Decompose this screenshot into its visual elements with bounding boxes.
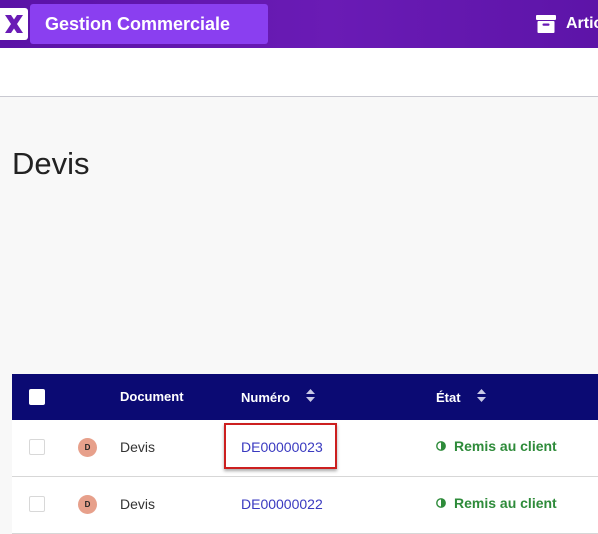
- half-circle-icon: [436, 498, 446, 508]
- archive-box-icon: [536, 15, 556, 33]
- highlight-box: [224, 423, 337, 469]
- nav-articles-label: Artic: [566, 15, 598, 32]
- column-label-document: Document: [120, 389, 184, 404]
- column-header-document[interactable]: Document: [120, 389, 184, 404]
- status-badge: Remis au client: [436, 438, 557, 454]
- x-logo-icon: [5, 15, 23, 33]
- table-row[interactable]: D Devis DE00000022 Remis au client: [12, 477, 598, 534]
- devis-table: Document Numéro État D Devis DE00000023 …: [12, 374, 598, 534]
- app-logo-icon[interactable]: [0, 8, 28, 40]
- document-type: Devis: [120, 439, 156, 455]
- page-title: Devis: [12, 146, 90, 181]
- row-checkbox[interactable]: [29, 439, 45, 455]
- status-badge: Remis au client: [436, 495, 557, 511]
- column-label-etat: État: [436, 389, 461, 405]
- nav-articles-link[interactable]: Artic: [536, 12, 598, 36]
- table-row[interactable]: D Devis DE00000023 Remis au client: [12, 420, 598, 477]
- app-switcher-button[interactable]: Gestion Commerciale: [30, 4, 268, 44]
- table-header: Document Numéro État: [12, 374, 598, 420]
- document-type: Devis: [120, 496, 156, 512]
- half-circle-icon: [436, 441, 446, 451]
- numero-link[interactable]: DE00000022: [241, 496, 323, 512]
- top-navigation-bar: Gestion Commerciale Artic: [0, 0, 598, 48]
- app-title: Gestion Commerciale: [45, 13, 231, 34]
- row-checkbox[interactable]: [29, 496, 45, 512]
- sort-arrows-icon[interactable]: [306, 389, 316, 405]
- secondary-toolbar: [0, 48, 598, 97]
- select-all-checkbox[interactable]: [29, 389, 45, 405]
- column-label-numero: Numéro: [241, 389, 291, 405]
- sort-arrows-icon[interactable]: [476, 389, 486, 405]
- avatar: D: [78, 438, 97, 457]
- status-label: Remis au client: [454, 438, 557, 454]
- avatar: D: [78, 495, 97, 514]
- column-header-etat[interactable]: État: [436, 389, 486, 405]
- column-header-numero[interactable]: Numéro: [241, 389, 316, 405]
- status-label: Remis au client: [454, 495, 557, 511]
